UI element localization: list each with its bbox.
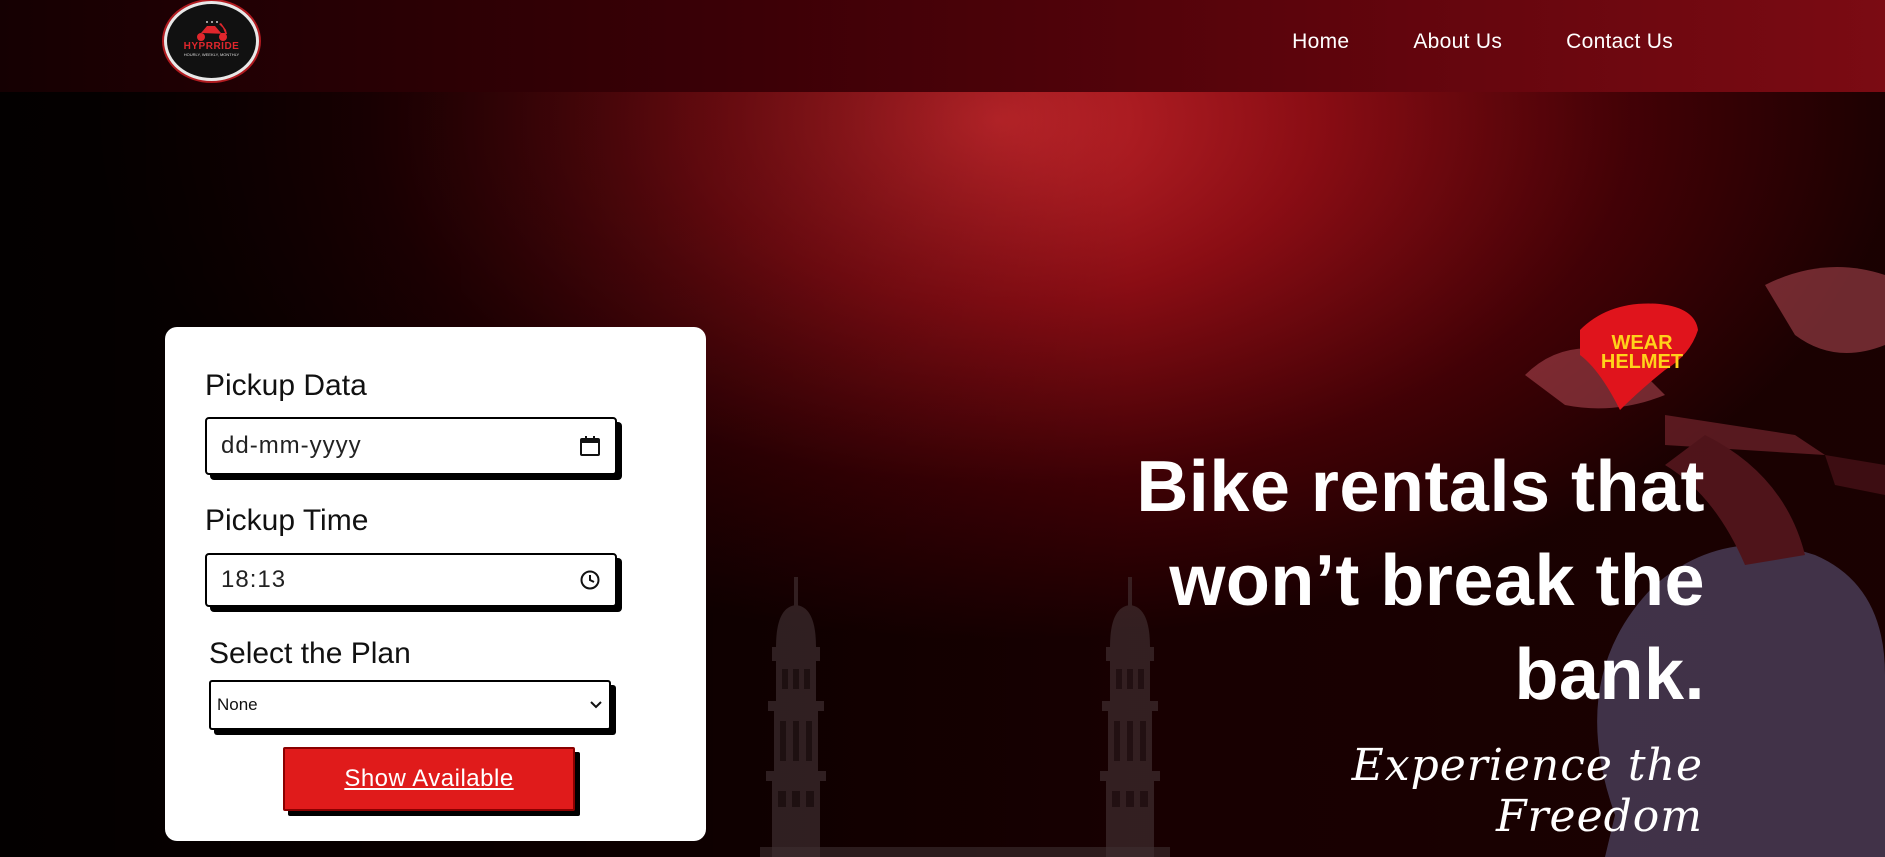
site-header: HYPRRIDE HOURLY, WEEKLY, MONTHLY Home Ab… <box>0 0 1885 92</box>
pickup-time-value: 18:13 <box>221 566 287 593</box>
pickup-time-input[interactable]: 18:13 <box>205 553 617 607</box>
plan-select[interactable]: None <box>209 680 611 730</box>
clock-icon[interactable] <box>579 569 601 591</box>
headline-line-2: won’t break the <box>1169 541 1705 621</box>
logo-brand-text: HYPRRIDE <box>183 41 240 52</box>
charminar-base <box>760 847 1170 857</box>
show-available-button[interactable]: Show Available <box>283 747 575 811</box>
main-nav: Home About Us Contact Us <box>1292 30 1673 54</box>
logo-subtitle: HOURLY, WEEKLY, MONTHLY <box>183 52 240 57</box>
nav-home[interactable]: Home <box>1292 30 1349 54</box>
hero-headline: Bike rentals that won’t break the bank. <box>1065 440 1705 722</box>
hero-tagline: Experience the Freedom <box>1351 740 1703 842</box>
pickup-time-label: Pickup Time <box>205 504 369 537</box>
pickup-date-value: dd-mm-yyyy <box>221 432 362 459</box>
calendar-icon[interactable] <box>579 435 601 457</box>
headline-line-1: Bike rentals that <box>1136 447 1705 527</box>
pickup-date-label: Pickup Data <box>205 369 367 402</box>
pickup-date-input[interactable]: dd-mm-yyyy <box>205 417 617 475</box>
scooter-logo-icon <box>196 21 227 41</box>
wear-helmet-text: WEAR HELMET <box>1600 333 1684 373</box>
nav-about-us[interactable]: About Us <box>1413 30 1502 54</box>
plan-selected-value: None <box>217 695 258 714</box>
minaret-left-illustration <box>766 577 826 857</box>
chevron-down-icon <box>590 701 602 709</box>
nav-contact-us[interactable]: Contact Us <box>1566 30 1673 54</box>
badge-line-2: HELMET <box>1600 351 1684 373</box>
select-plan-label: Select the Plan <box>209 637 411 670</box>
headline-line-3: bank. <box>1514 635 1705 715</box>
booking-form-card: Pickup Data dd-mm-yyyy Pickup Time 18:13… <box>165 327 706 841</box>
hyprride-logo[interactable]: HYPRRIDE HOURLY, WEEKLY, MONTHLY <box>164 1 259 81</box>
